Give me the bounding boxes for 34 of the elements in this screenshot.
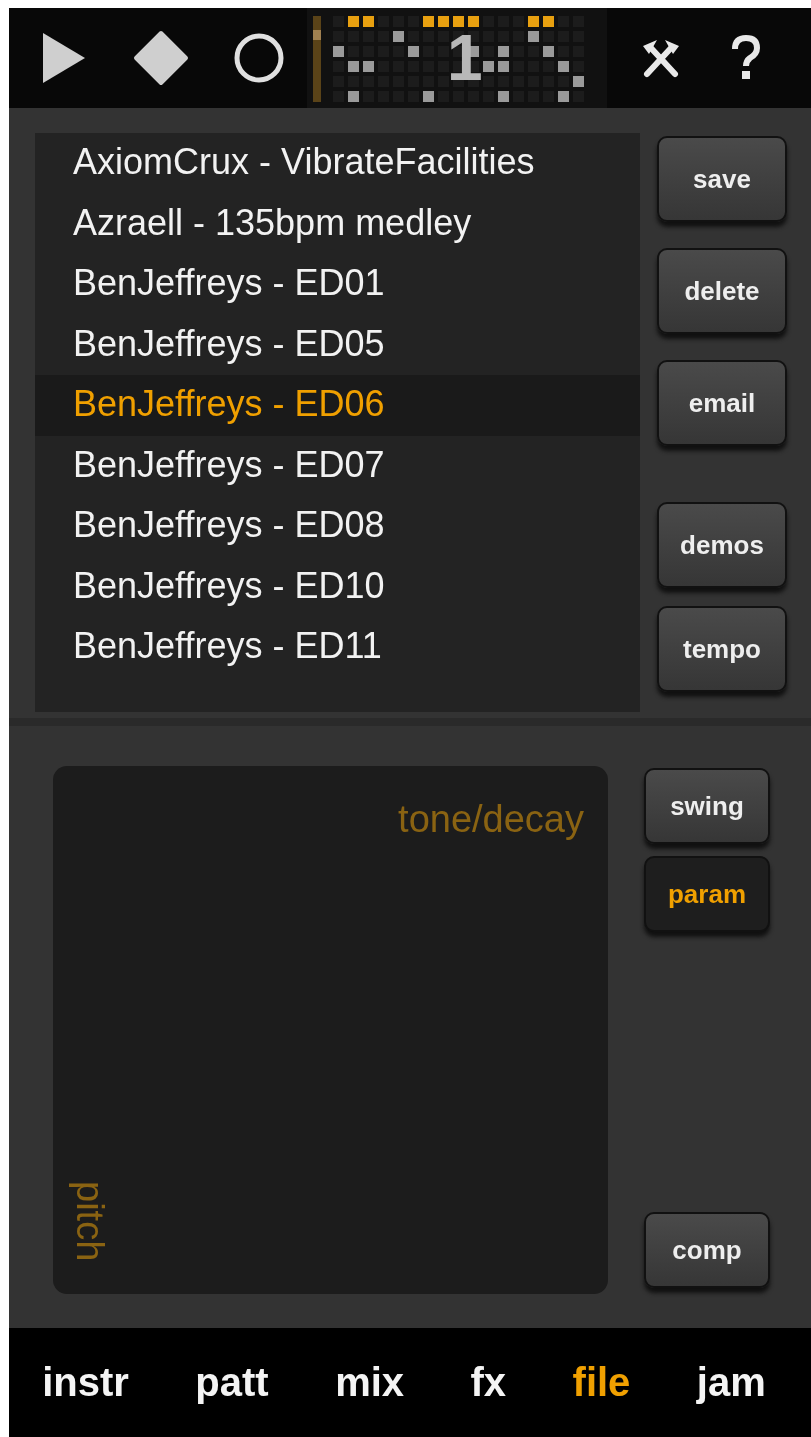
- file-list-item[interactable]: Azraell - 135bpm medley: [35, 193, 640, 254]
- pattern-number: 1: [447, 21, 483, 96]
- file-action-button[interactable]: save: [657, 136, 787, 222]
- file-list-item[interactable]: BenJeffreys - ED07: [35, 435, 640, 496]
- nav-tab[interactable]: jam: [688, 1356, 774, 1409]
- pad-mode-button[interactable]: param: [644, 856, 770, 932]
- pad-mode-button[interactable]: comp: [644, 1212, 770, 1288]
- nav-tab[interactable]: patt: [187, 1356, 277, 1409]
- nav-tab[interactable]: fx: [462, 1356, 515, 1409]
- play-icon: [41, 31, 87, 85]
- file-list-item[interactable]: BenJeffreys - ED05: [35, 314, 640, 375]
- file-action-button[interactable]: demos: [657, 502, 787, 588]
- play-button[interactable]: [41, 31, 87, 85]
- stop-button[interactable]: [133, 30, 189, 86]
- file-list-item[interactable]: BenJeffreys - ED01: [35, 254, 640, 315]
- file-list-item[interactable]: AxiomCrux - VibrateFacilities: [35, 133, 640, 194]
- question-mark-icon: [731, 35, 761, 81]
- help-button[interactable]: [731, 35, 761, 81]
- file-list-item[interactable]: BenJeffreys - ED08: [35, 496, 640, 557]
- pad-axis-label: tone/decay: [398, 798, 584, 841]
- pad-axis-label: pitch: [67, 1179, 111, 1264]
- file-action-button[interactable]: delete: [657, 248, 787, 334]
- circle-icon: [233, 32, 285, 84]
- file-action-button[interactable]: email: [657, 360, 787, 446]
- file-action-button[interactable]: tempo: [657, 606, 787, 692]
- nav-tab[interactable]: file: [564, 1356, 639, 1409]
- record-button[interactable]: [233, 32, 285, 84]
- file-list-item[interactable]: BenJeffreys - ED11: [35, 617, 640, 678]
- nav-tab[interactable]: instr: [34, 1356, 137, 1409]
- pad-mode-button[interactable]: swing: [644, 768, 770, 844]
- nav-tab[interactable]: mix: [327, 1356, 413, 1409]
- file-list-item[interactable]: BenJeffreys - ED10: [35, 556, 640, 617]
- diamond-icon: [133, 30, 189, 86]
- file-list-item[interactable]: BenJeffreys - ED06: [35, 375, 640, 436]
